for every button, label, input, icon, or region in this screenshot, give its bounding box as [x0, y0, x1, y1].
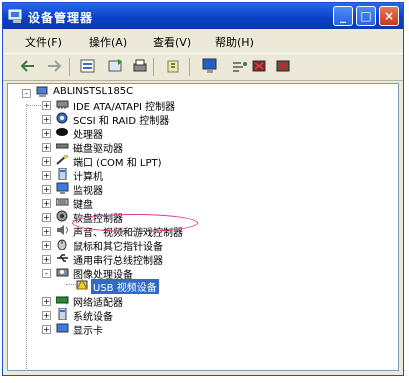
toolbar-separator	[69, 58, 70, 76]
keyboard-icon	[56, 198, 69, 206]
toolbar-separator	[153, 58, 154, 76]
tree-expander[interactable]: +	[42, 255, 51, 264]
tree-expander[interactable]: +	[42, 325, 51, 334]
tree-item-label: SCSI 和 RAID 控制器	[73, 116, 170, 127]
tree-item-label: 网络适配器	[73, 298, 123, 309]
tree-expander[interactable]: +	[42, 185, 51, 194]
tree-expander[interactable]: +	[42, 101, 51, 110]
menu-file[interactable]: 文件(F)	[25, 34, 62, 50]
tree-expander[interactable]: +	[42, 143, 51, 152]
tree-expander[interactable]: +	[42, 213, 51, 222]
computer-icon	[58, 168, 67, 180]
toolbar	[3, 53, 403, 81]
processor-icon	[56, 128, 68, 136]
tree-expander[interactable]: +	[42, 115, 51, 124]
minimize-button[interactable]: _	[333, 6, 353, 26]
tree-connector	[66, 284, 76, 285]
scsi-controller-icon	[56, 112, 68, 124]
menu-bar: 文件(F) 操作(A) 查看(V) 帮助(H)	[3, 30, 403, 52]
highlight-ring	[72, 214, 198, 232]
help-icon[interactable]	[165, 58, 183, 74]
menu-help[interactable]: 帮助(H)	[215, 34, 254, 50]
monitor-icon[interactable]	[201, 58, 219, 74]
tree-item-label: 鼠标和其它指针设备	[73, 242, 163, 253]
disk-drive-icon	[56, 143, 69, 149]
tree-expander[interactable]: +	[42, 171, 51, 180]
tree-expander[interactable]: +	[42, 199, 51, 208]
window-title: 设备管理器	[28, 11, 94, 25]
tree-item-label: 系统设备	[73, 312, 113, 323]
device-manager-icon	[8, 9, 22, 23]
system-device-icon	[58, 308, 67, 320]
menu-view[interactable]: 查看(V)	[153, 34, 191, 50]
toolbar-separator	[189, 58, 190, 76]
root-expander[interactable]: -	[22, 89, 31, 98]
tree-item-label: 磁盘驱动器	[73, 144, 123, 155]
tree-expander[interactable]: +	[42, 157, 51, 166]
network-adapter-icon	[56, 296, 69, 304]
tree-item-label: USB 视频设备	[91, 279, 159, 294]
uninstall-icon[interactable]	[275, 58, 293, 74]
ide-controller-icon	[56, 100, 69, 109]
forward-arrow-icon[interactable]	[45, 58, 63, 74]
disable-icon[interactable]	[251, 58, 269, 74]
tree-expander[interactable]: -	[42, 269, 51, 278]
tree-item-label: 显示卡	[73, 326, 103, 337]
tree-item-label: 监视器	[73, 186, 103, 197]
mouse-icon	[57, 239, 67, 250]
tree-expander[interactable]: +	[42, 297, 51, 306]
monitor-icon	[56, 182, 69, 194]
tree-item-label: 计算机	[73, 172, 103, 183]
tree-root-label: ABLINSTSL185C	[53, 86, 134, 97]
tree-item-label: IDE ATA/ATAPI 控制器	[73, 102, 176, 113]
refresh-icon[interactable]	[107, 58, 125, 74]
imaging-device-icon	[56, 268, 69, 277]
tree-expander[interactable]: +	[42, 227, 51, 236]
display-adapter-icon	[56, 323, 69, 333]
tree-item-label: 键盘	[73, 200, 93, 211]
title-bar[interactable]: 设备管理器 _ □ ×	[3, 3, 403, 29]
sound-icon	[57, 225, 68, 235]
close-button[interactable]: ×	[379, 6, 399, 26]
tree-item-label: 通用串行总线控制器	[73, 256, 163, 267]
menu-action[interactable]: 操作(A)	[89, 34, 127, 50]
tree-expander[interactable]: +	[42, 241, 51, 250]
device-tree[interactable]: - ABLINSTSL185C + IDE ATA/ATAPI 控制器 + SC…	[7, 83, 399, 371]
tree-item-label: 端口 (COM 和 LPT)	[73, 158, 162, 169]
camera-warning-icon	[76, 279, 88, 290]
computer-icon	[36, 86, 48, 97]
back-arrow-icon[interactable]	[19, 58, 37, 74]
floppy-controller-icon	[56, 210, 68, 222]
print-icon[interactable]	[131, 58, 149, 74]
usb-icon	[57, 254, 68, 262]
tree-expander[interactable]: +	[42, 311, 51, 320]
properties-icon[interactable]	[79, 58, 97, 74]
scan-hardware-icon[interactable]	[231, 58, 249, 74]
tree-expander[interactable]: +	[42, 129, 51, 138]
maximize-button[interactable]: □	[356, 6, 376, 26]
tree-item-label: 处理器	[73, 130, 103, 141]
device-manager-window: 设备管理器 _ □ × 文件(F) 操作(A) 查看(V) 帮助(H) - AB…	[2, 2, 404, 376]
port-icon	[56, 155, 68, 165]
tree-connector	[26, 104, 27, 369]
